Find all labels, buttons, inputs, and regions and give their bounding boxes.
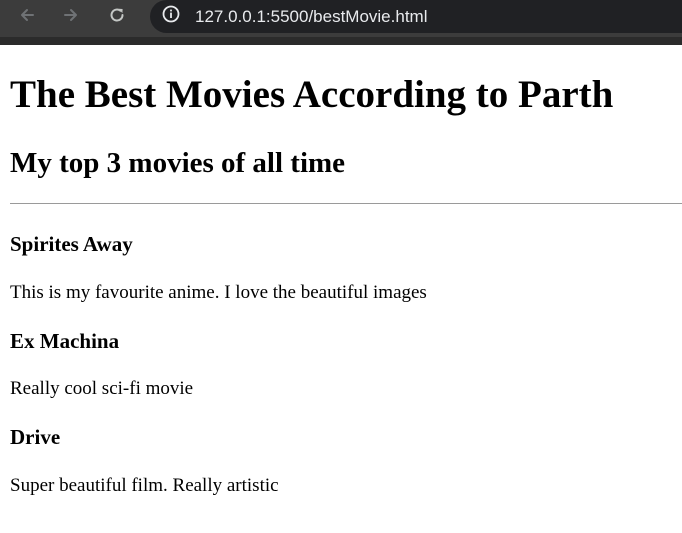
- reload-button[interactable]: [104, 4, 130, 30]
- movie-title: Drive: [10, 425, 61, 449]
- movie-description: Really cool sci-fi movie: [10, 378, 194, 399]
- movie-title: Ex Machina: [10, 329, 120, 353]
- address-bar[interactable]: 127.0.0.1:5500/bestMovie.html: [150, 0, 682, 33]
- url-text[interactable]: 127.0.0.1:5500/bestMovie.html: [195, 7, 427, 27]
- movie-description: This is my favourite anime. I love the b…: [10, 282, 427, 303]
- divider: [10, 203, 682, 204]
- browser-toolbar: 127.0.0.1:5500/bestMovie.html: [0, 0, 682, 45]
- movie-description: Super beautiful film. Really artistic: [10, 475, 279, 496]
- movie-title: Spirites Away: [10, 232, 133, 256]
- arrow-right-icon: [62, 6, 80, 29]
- back-button[interactable]: [14, 4, 40, 30]
- page-subtitle: My top 3 movies of all time: [10, 147, 346, 179]
- reload-icon: [108, 6, 126, 29]
- site-info-button[interactable]: [160, 4, 182, 29]
- arrow-left-icon: [18, 6, 36, 29]
- page-title: The Best Movies According to Parth: [10, 73, 614, 116]
- page-content: The Best Movies According to Parth My to…: [0, 45, 682, 533]
- forward-button[interactable]: [58, 4, 84, 30]
- toolbar-bottom-strip: [0, 37, 682, 45]
- info-circle-icon: [161, 4, 181, 29]
